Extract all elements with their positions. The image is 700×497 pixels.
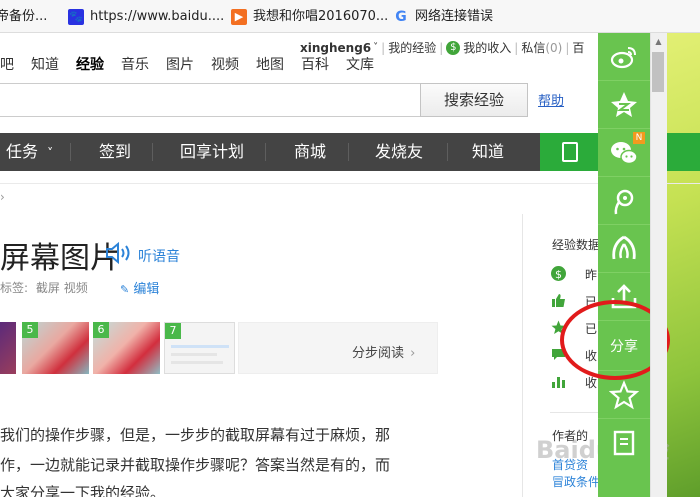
tags-value[interactable]: 截屏 视频 [36, 281, 88, 295]
dollar-icon: $ [446, 41, 461, 55]
step-number: 5 [22, 322, 38, 338]
separator: | [565, 41, 570, 55]
nav-item-baike[interactable]: 百科 [301, 54, 329, 76]
separator: | [439, 41, 444, 55]
edit-link[interactable]: ✎ 编辑 [120, 278, 159, 297]
menu-divider [447, 143, 448, 161]
sidebar-title: 经验数据 [552, 238, 601, 252]
menu-item-mall[interactable]: 商城 [294, 133, 326, 171]
nav-item-wenku[interactable]: 文库 [346, 54, 374, 76]
search-button[interactable]: 搜索经验 [420, 83, 528, 117]
document-icon [562, 142, 578, 162]
share-tencent-weibo-button[interactable] [598, 177, 650, 225]
menu-item-fans[interactable]: 发烧友 [375, 133, 423, 171]
scrollbar[interactable] [650, 33, 667, 497]
qzone-icon [611, 91, 637, 117]
menu-item-signin[interactable]: 签到 [99, 133, 131, 171]
report-icon [613, 430, 635, 456]
bookmark-item[interactable]: 帝备份... [0, 8, 47, 26]
thumb-up-icon [552, 294, 565, 307]
nav-item-map[interactable]: 地图 [256, 54, 284, 76]
desktop-background [667, 0, 700, 497]
pencil-icon: ✎ [120, 283, 130, 296]
bookmarks-bar: 帝备份... 🐾 https://www.baidu.... ▶ 我想和你唱20… [0, 0, 700, 33]
scrollbar-thumb[interactable] [652, 52, 664, 92]
step-number: 7 [165, 323, 181, 339]
bookmark-label: https://www.baidu.... [90, 9, 225, 24]
help-link[interactable]: 帮助 [538, 90, 564, 109]
main-menu-bar: 任务 ˅ 签到 回享计划 商城 发烧友 知道 [0, 133, 700, 171]
google-icon: G [395, 9, 407, 25]
nav-item-music[interactable]: 音乐 [121, 54, 149, 76]
sidebar-link[interactable]: 冒政条件 [552, 473, 600, 490]
scroll-up-icon[interactable]: ▲ [650, 35, 667, 49]
paragraph-line: 我们的操作步骤，但是，一步步的截取屏幕有过于麻烦，那 [0, 426, 391, 444]
page-title: 屏幕图片 [0, 241, 120, 276]
bookmark-label: 帝备份... [0, 9, 48, 24]
bookmark-label: 我想和你唱2016070... [253, 9, 389, 24]
video-icon: ▶ [231, 9, 247, 25]
nav-item-jingyan[interactable]: 经验 [76, 54, 104, 76]
share-qzone-button[interactable] [598, 81, 650, 129]
menu-item-zhidao[interactable]: 知道 [472, 133, 504, 171]
step-reading-label: 分步阅读 [352, 346, 405, 361]
menu-item-label: 任务 [6, 142, 39, 161]
share-weibo-button[interactable] [598, 33, 650, 81]
separator: | [514, 41, 519, 55]
share-rail: N 分享 [598, 33, 650, 497]
share-wechat-button[interactable]: N [598, 129, 650, 177]
divider [0, 183, 700, 184]
menu-divider [265, 143, 266, 161]
chevron-down-icon: ˅ [47, 146, 54, 160]
report-button[interactable] [598, 419, 650, 467]
tags-label: 标签: [0, 281, 29, 295]
dollar-icon: $ [551, 266, 566, 281]
messages-link[interactable]: 私信 [521, 38, 545, 58]
step-reading-link[interactable]: 分步阅读 › [352, 342, 415, 361]
paragraph-line: 大家分享一下我的经验。 [0, 484, 166, 497]
paragraph-line: 作，一边就能记录并截取操作步骤呢？答案当然是有的，而 [0, 456, 391, 474]
listen-link[interactable]: 听语音 [138, 246, 180, 266]
nav-item-image[interactable]: 图片 [166, 54, 194, 76]
speaker-icon[interactable] [104, 240, 134, 266]
nav-item-zhidao[interactable]: 知道 [31, 54, 59, 76]
my-income-link[interactable]: 我的收入 [463, 38, 511, 58]
step-thumbnail[interactable]: 6 [93, 322, 160, 374]
divider [550, 412, 598, 413]
new-badge: N [633, 132, 645, 144]
bookmark-label: 网络连接错误 [415, 9, 494, 24]
step-thumbnail[interactable] [0, 322, 16, 374]
tencent-weibo-icon [614, 189, 634, 214]
favorite-icon [609, 379, 639, 409]
menu-item-share-plan[interactable]: 回享计划 [180, 133, 244, 171]
chevron-right-icon: › [410, 346, 416, 361]
chevron-right-icon: › [0, 190, 5, 204]
weibo-icon [610, 46, 636, 68]
bookmark-item-video[interactable]: ▶ 我想和你唱2016070... [231, 8, 388, 26]
menu-divider [70, 143, 71, 161]
more-link[interactable]: 百 [572, 38, 584, 58]
stat-label: 昨 [585, 268, 598, 282]
search-input[interactable] [0, 83, 422, 117]
svg-text:$: $ [555, 268, 562, 281]
bookmark-item-baidu[interactable]: 🐾 https://www.baidu.... [68, 8, 224, 26]
baidu-paw-icon: 🐾 [68, 9, 84, 25]
messages-count: (0) [545, 41, 563, 55]
renren-icon [612, 235, 636, 259]
step-thumbnail[interactable]: 7 [164, 322, 235, 374]
tags-line: 标签: 截屏 视频 [0, 279, 88, 296]
nav-item-video[interactable]: 视频 [211, 54, 239, 76]
my-experience-link[interactable]: 我的经验 [388, 38, 436, 58]
edit-label: 编辑 [133, 282, 160, 297]
step-number: 6 [93, 322, 109, 338]
bar-chart-icon [552, 377, 565, 388]
menu-divider [152, 143, 153, 161]
share-renren-button[interactable] [598, 225, 650, 273]
menu-divider [348, 143, 349, 161]
menu-item-task[interactable]: 任务 ˅ [6, 133, 53, 171]
product-nav: 吧 知道 经验 音乐 图片 视频 地图 百科 文库 [0, 54, 391, 76]
step-thumbnail[interactable]: 5 [22, 322, 89, 374]
bookmark-item-google[interactable]: G 网络连接错误 [393, 8, 493, 26]
nav-item-tieba[interactable]: 吧 [0, 54, 14, 76]
